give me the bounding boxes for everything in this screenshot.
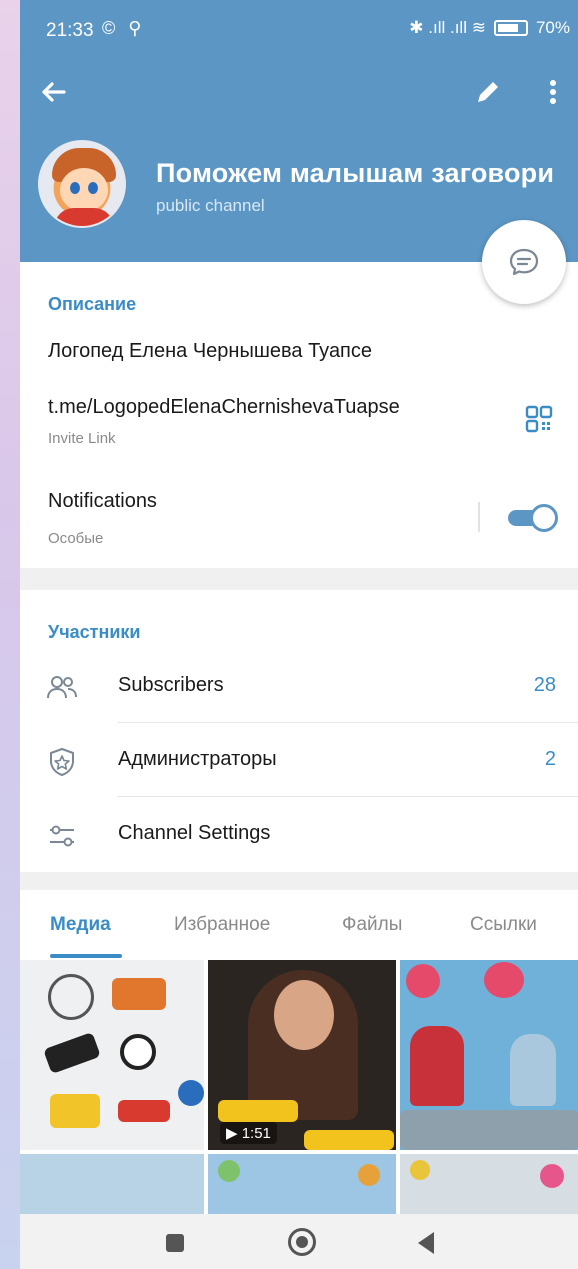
video-face-front	[274, 980, 334, 1050]
decor-balloon	[540, 1164, 564, 1188]
media-thumbnail[interactable]	[400, 960, 578, 1150]
status-time: 21:33	[46, 20, 94, 41]
subscribers-row[interactable]: Subscribers 28	[20, 650, 578, 724]
description-section-title: Описание	[48, 294, 137, 314]
media-thumbnail[interactable]	[208, 1154, 396, 1214]
administrators-label: Администраторы	[118, 748, 277, 770]
avatar-eye	[88, 182, 98, 194]
discussion-button[interactable]	[482, 220, 566, 304]
status-bar: 21:33 © ⚲ ✱ .ıll .ıll ≋ 70%	[20, 0, 578, 56]
video-thumbnail[interactable]: ▶ 1:51	[208, 960, 396, 1150]
toggle-divider	[478, 502, 480, 532]
decor-balloon	[218, 1160, 240, 1182]
invite-link[interactable]: t.me/LogopedElenaChernishevaTuapse	[48, 396, 400, 419]
tab-favorites[interactable]: Избранное	[174, 914, 270, 936]
system-nav-bar	[20, 1214, 578, 1269]
home-icon[interactable]	[288, 1228, 316, 1256]
media-thumbnail[interactable]	[20, 960, 204, 1150]
avatar-face	[60, 168, 108, 212]
qr-code-icon[interactable]	[524, 404, 554, 434]
back-triangle-icon[interactable]	[418, 1232, 434, 1254]
media-thumbnail[interactable]	[20, 1154, 204, 1214]
notifications-label: Notifications	[48, 490, 157, 512]
notifications-value: Особые	[48, 530, 104, 547]
video-yellow-block	[218, 1100, 298, 1122]
media-thumbnail[interactable]	[400, 1154, 578, 1214]
video-duration: ▶ 1:51	[220, 1122, 277, 1144]
notifications-toggle[interactable]	[508, 504, 558, 532]
subscribers-count: 28	[533, 674, 556, 696]
administrators-count: 2	[544, 748, 556, 770]
invite-link-caption: Invite Link	[48, 430, 116, 447]
channel-settings-row[interactable]: Channel Settings	[20, 798, 578, 872]
back-arrow-icon[interactable]	[34, 72, 74, 112]
avatar-shirt	[54, 208, 114, 226]
tab-links[interactable]: Ссылки	[470, 914, 537, 936]
channel-type: public channel	[156, 196, 265, 215]
sliders-icon	[46, 820, 78, 852]
channel-title: Поможем малышам заговори	[156, 158, 555, 188]
administrators-row[interactable]: Администраторы 2	[20, 724, 578, 798]
section-divider	[20, 568, 578, 590]
people-icon	[46, 672, 78, 704]
phone-screen: 21:33 © ⚲ ✱ .ıll .ıll ≋ 70% Поможем малы…	[20, 0, 578, 1269]
toggle-knob	[530, 504, 558, 532]
media-grid: ▶ 1:51	[20, 960, 578, 1214]
decor-balloon	[410, 1160, 430, 1180]
soccer-ball-image	[120, 1034, 156, 1070]
media-tabs: Медиа Избранное Файлы Ссылки	[20, 890, 578, 960]
battery-level: 70%	[535, 18, 570, 37]
recents-icon[interactable]	[166, 1234, 184, 1252]
channel-avatar[interactable]	[38, 140, 126, 228]
floor	[400, 1110, 578, 1150]
battery-icon	[493, 20, 528, 36]
subscribers-label: Subscribers	[118, 674, 224, 696]
ball-image	[48, 974, 94, 1020]
signal-icons: ✱ .ıll .ıll ≋	[409, 18, 486, 37]
edit-pencil-icon[interactable]	[468, 72, 508, 112]
channel-settings-label: Channel Settings	[118, 822, 271, 844]
toy-car-image	[50, 1094, 100, 1128]
truck-image	[112, 978, 166, 1010]
shield-star-icon	[46, 746, 78, 778]
status-notification-icons: © ⚲	[102, 18, 146, 38]
airplane-image	[43, 1031, 101, 1075]
more-options-icon[interactable]	[538, 72, 568, 112]
status-right: ✱ .ıll .ıll ≋ 70%	[409, 18, 570, 38]
channel-description: Логопед Елена Чернышева Туапсе	[48, 340, 373, 362]
toy-plane-image	[118, 1100, 170, 1122]
person-red-shirt	[410, 1026, 464, 1106]
tab-media[interactable]: Медиа	[50, 914, 111, 936]
video-yellow-block	[304, 1130, 394, 1150]
decor-flower	[484, 962, 524, 998]
decor-flower	[406, 964, 440, 998]
channel-header: 21:33 © ⚲ ✱ .ıll .ıll ≋ 70% Поможем малы…	[20, 0, 578, 262]
tab-files[interactable]: Файлы	[342, 914, 402, 936]
members-section-title: Участники	[48, 622, 141, 642]
row-separator	[118, 796, 578, 797]
toy-ball-image	[178, 1080, 204, 1106]
avatar-eye	[70, 182, 80, 194]
active-tab-indicator	[50, 954, 122, 958]
person-light-shirt	[510, 1034, 556, 1106]
section-divider	[20, 872, 578, 890]
chat-bubble-icon	[509, 248, 539, 276]
row-separator	[118, 722, 578, 723]
decor-balloon	[358, 1164, 380, 1186]
